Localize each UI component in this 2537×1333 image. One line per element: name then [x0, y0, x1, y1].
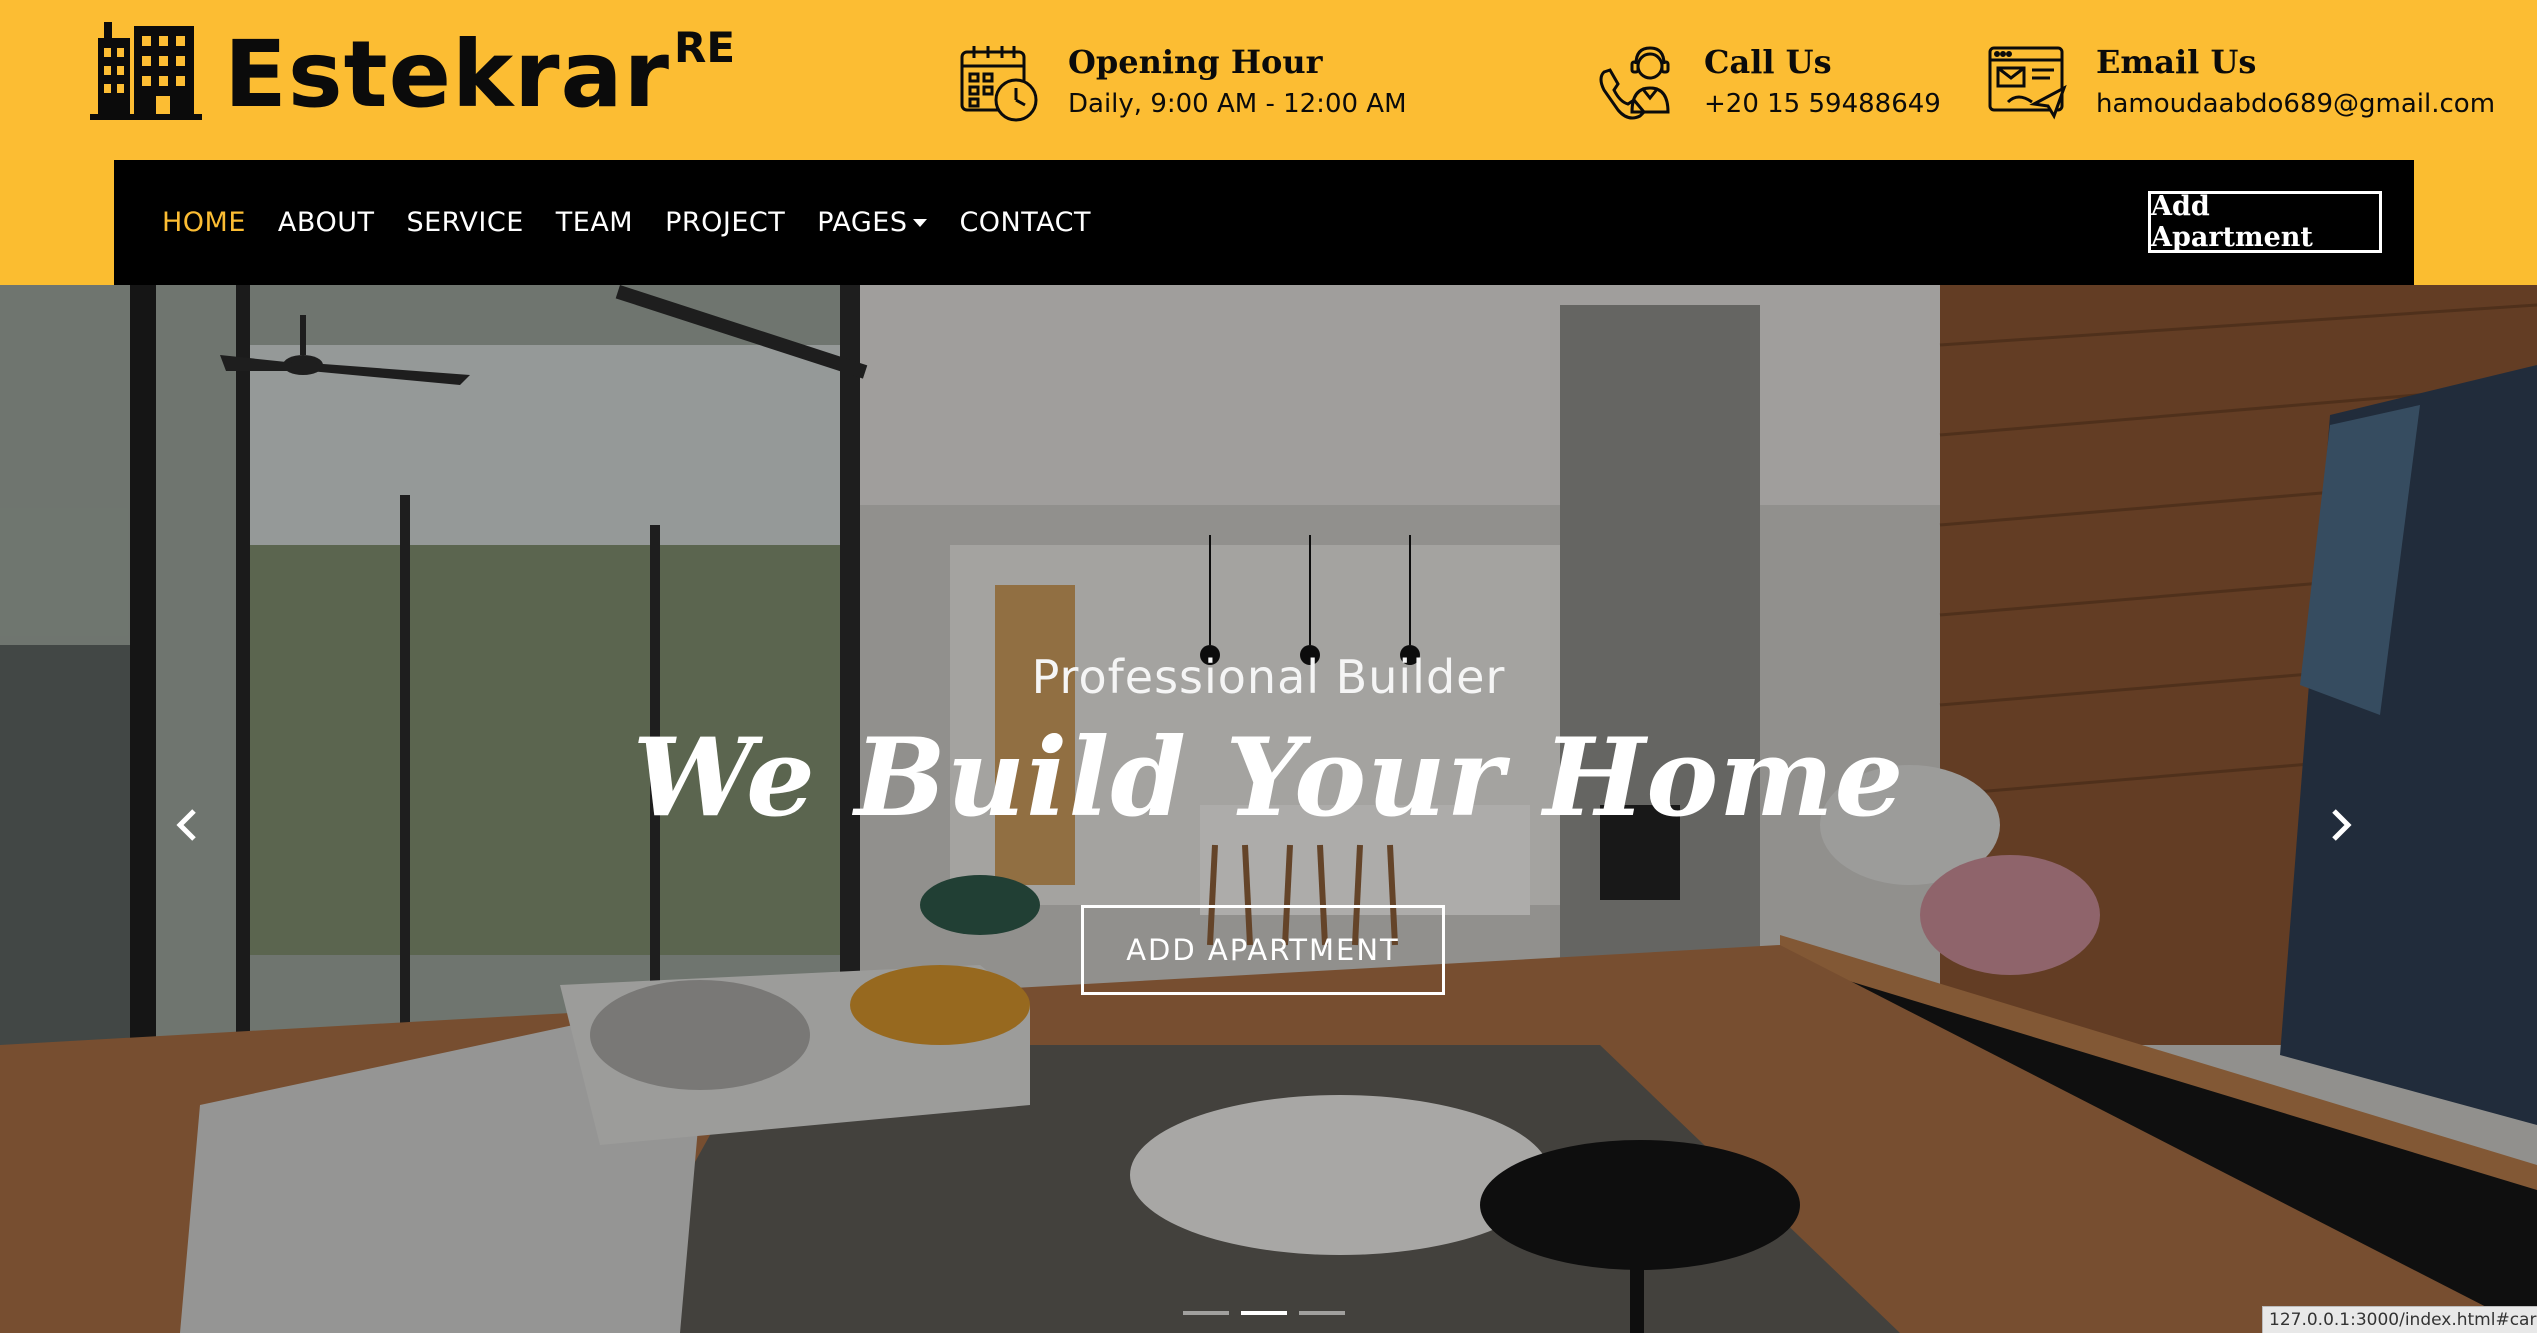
nav-pages-dropdown[interactable]: PAGES [817, 207, 928, 238]
hero-subtitle: Professional Builder [1031, 650, 1506, 704]
caret-down-icon [913, 218, 928, 227]
brand-name: Estekrar [224, 21, 670, 128]
carousel-indicators [1183, 1311, 1357, 1315]
nav-about-label: ABOUT [277, 207, 375, 238]
nav-project[interactable]: PROJECT [665, 207, 785, 238]
opening-hours-title: Opening Hour [1068, 43, 1323, 81]
nav-team-label: TEAM [555, 207, 634, 238]
add-apartment-hero-button[interactable]: ADD APARTMENT [1081, 905, 1445, 995]
nav-project-label: PROJECT [665, 207, 786, 238]
hero-carousel: Professional Builder We Build Your Home … [0, 285, 2537, 1333]
carousel-indicator-1[interactable] [1183, 1311, 1229, 1315]
nav-contact[interactable]: CONTACT [959, 207, 1091, 238]
browser-status-url: 127.0.0.1:3000/index.html#carous [2262, 1306, 2537, 1333]
carousel-next-button[interactable] [2316, 795, 2366, 855]
call-us-value[interactable]: +20 15 59488649 [1704, 82, 1941, 126]
nav-home[interactable]: HOME [162, 207, 246, 238]
carousel-indicator-2[interactable] [1241, 1311, 1287, 1315]
chevron-right-icon [2332, 809, 2352, 841]
calendar-clock-icon [960, 46, 1038, 122]
phone-support-icon [1599, 46, 1670, 120]
opening-hours-info: Opening Hour Daily, 9:00 AM - 12:00 AM [958, 42, 1407, 126]
nav-team[interactable]: TEAM [556, 207, 633, 238]
opening-hours-value: Daily, 9:00 AM - 12:00 AM [1068, 89, 1407, 119]
nav-home-label: HOME [162, 207, 246, 238]
nav-pages-label: PAGES [817, 207, 908, 238]
nav-links: HOME ABOUT SERVICE TEAM PROJECT PAGES CO… [162, 207, 1123, 238]
call-us-info: Call Us +20 15 59488649 [1594, 42, 1941, 126]
nav-service[interactable]: SERVICE [406, 207, 523, 238]
nav-about[interactable]: ABOUT [278, 207, 375, 238]
nav-contact-label: CONTACT [959, 207, 1091, 238]
email-send-icon [1988, 46, 2067, 120]
email-us-value[interactable]: hamoudaabdo689@gmail.com [2096, 82, 2495, 126]
carousel-indicator-3[interactable] [1299, 1311, 1345, 1315]
chevron-left-icon [176, 809, 196, 841]
email-us-info: Email Us hamoudaabdo689@gmail.com [1986, 42, 2495, 126]
brand-superscript: RE [674, 23, 736, 72]
main-navbar: HOME ABOUT SERVICE TEAM PROJECT PAGES CO… [114, 160, 2414, 285]
brand-logo[interactable]: Estekrar RE [90, 18, 735, 130]
call-us-title: Call Us [1704, 43, 1832, 81]
hero-title: We Build Your Home [632, 715, 1905, 841]
building-icon [90, 22, 202, 120]
carousel-prev-button[interactable] [162, 795, 212, 855]
add-apartment-nav-button[interactable]: Add Apartment [2148, 191, 2382, 253]
email-us-title: Email Us [2096, 43, 2257, 81]
nav-service-label: SERVICE [406, 207, 524, 238]
top-bar: Estekrar RE Opening Hour Daily, 9:00 AM … [0, 0, 2537, 160]
